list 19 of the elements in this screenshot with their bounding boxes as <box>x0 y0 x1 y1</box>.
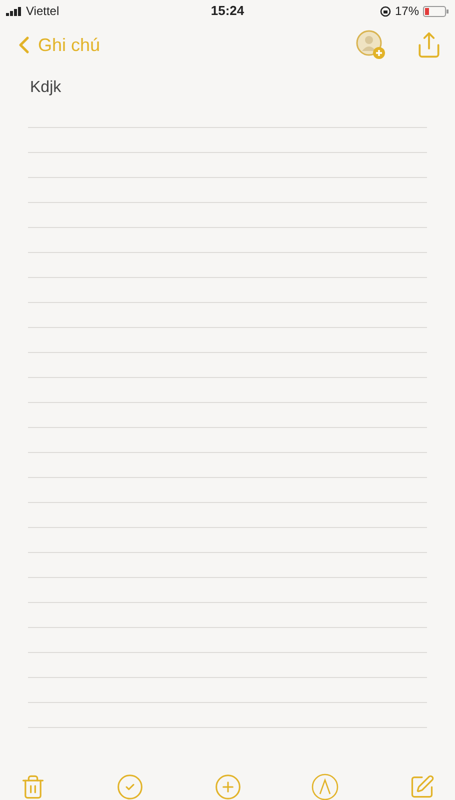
back-button[interactable]: Ghi chú <box>10 31 100 59</box>
delete-button[interactable] <box>20 774 46 800</box>
check-circle-icon <box>116 773 144 800</box>
carrier-name: Viettel <box>26 3 60 20</box>
battery-percent: 17% <box>394 3 419 20</box>
plus-circle-icon <box>214 773 242 800</box>
person-add-icon <box>355 29 387 61</box>
clock-time: 15:24 <box>210 2 244 20</box>
signal-icon <box>6 6 22 16</box>
checklist-button[interactable] <box>116 773 144 800</box>
note-title: Kdjk <box>30 78 62 98</box>
sketch-button[interactable] <box>311 773 340 800</box>
orientation-lock-icon <box>380 6 391 16</box>
battery-icon <box>423 6 449 16</box>
add-person-button[interactable] <box>355 29 387 61</box>
trash-icon <box>20 774 46 800</box>
compose-icon <box>409 774 435 800</box>
compose-button[interactable] <box>409 774 435 800</box>
add-button[interactable] <box>214 773 242 800</box>
